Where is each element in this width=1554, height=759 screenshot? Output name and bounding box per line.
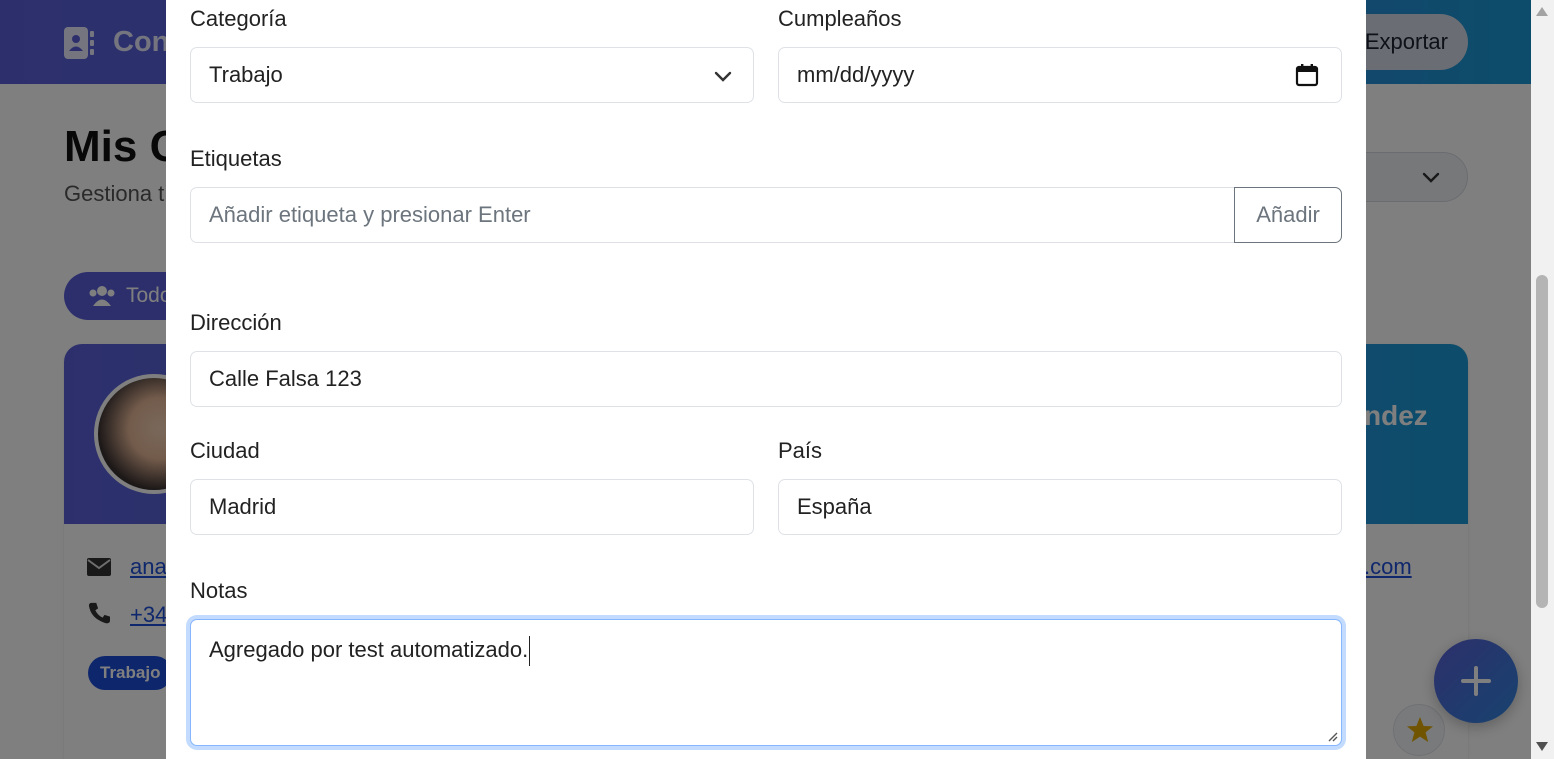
- birthday-date-placeholder: mm/dd/yyyy: [797, 62, 915, 87]
- chevron-down-icon: [714, 71, 732, 82]
- category-select[interactable]: Trabajo: [190, 47, 754, 103]
- resize-grip-icon[interactable]: [1326, 730, 1338, 742]
- category-label: Categoría: [190, 6, 287, 31]
- scrollbar-thumb[interactable]: [1536, 275, 1548, 608]
- contact-form-modal: Categoría Trabajo Cumpleaños mm/dd/yyyy …: [166, 0, 1366, 759]
- address-input[interactable]: Calle Falsa 123: [190, 351, 1342, 407]
- tags-label: Etiquetas: [190, 146, 282, 171]
- city-input[interactable]: Madrid: [190, 479, 754, 535]
- city-label: Ciudad: [190, 438, 260, 463]
- birthday-date-input[interactable]: mm/dd/yyyy: [778, 47, 1342, 103]
- country-input-value: España: [797, 494, 872, 519]
- notes-label: Notas: [190, 578, 248, 603]
- city-input-value: Madrid: [209, 494, 277, 519]
- add-tag-button[interactable]: Añadir: [1234, 187, 1342, 243]
- birthday-label: Cumpleaños: [778, 6, 902, 31]
- address-input-value: Calle Falsa 123: [209, 366, 362, 391]
- category-select-value: Trabajo: [209, 62, 283, 87]
- scroll-up-arrow-icon[interactable]: [1536, 7, 1548, 16]
- text-caret: [529, 636, 531, 666]
- address-label: Dirección: [190, 310, 282, 335]
- country-input[interactable]: España: [778, 479, 1342, 535]
- tags-input[interactable]: Añadir etiqueta y presionar Enter: [190, 187, 1235, 243]
- calendar-icon[interactable]: [1295, 63, 1319, 87]
- tags-input-placeholder: Añadir etiqueta y presionar Enter: [209, 202, 531, 227]
- page-scrollbar[interactable]: [1531, 0, 1554, 759]
- country-label: País: [778, 438, 823, 463]
- scroll-down-arrow-icon[interactable]: [1536, 742, 1548, 751]
- notes-textarea-value: Agregado por test automatizado.: [209, 636, 529, 662]
- notes-textarea[interactable]: Agregado por test automatizado.: [190, 619, 1342, 746]
